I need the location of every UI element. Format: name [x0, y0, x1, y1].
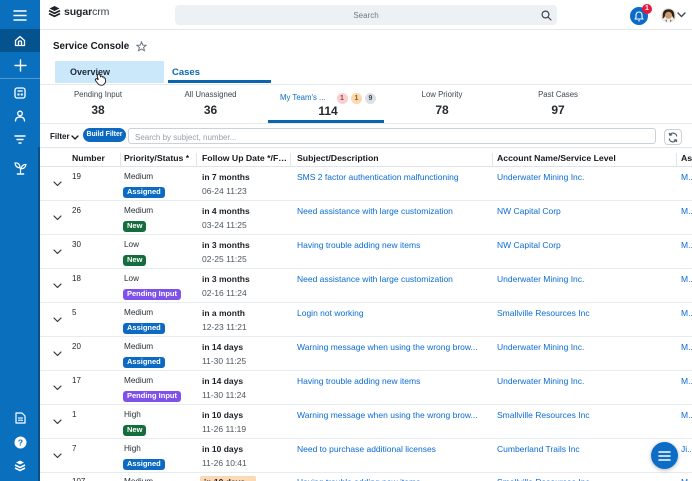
svg-text:?: ? — [17, 438, 22, 448]
